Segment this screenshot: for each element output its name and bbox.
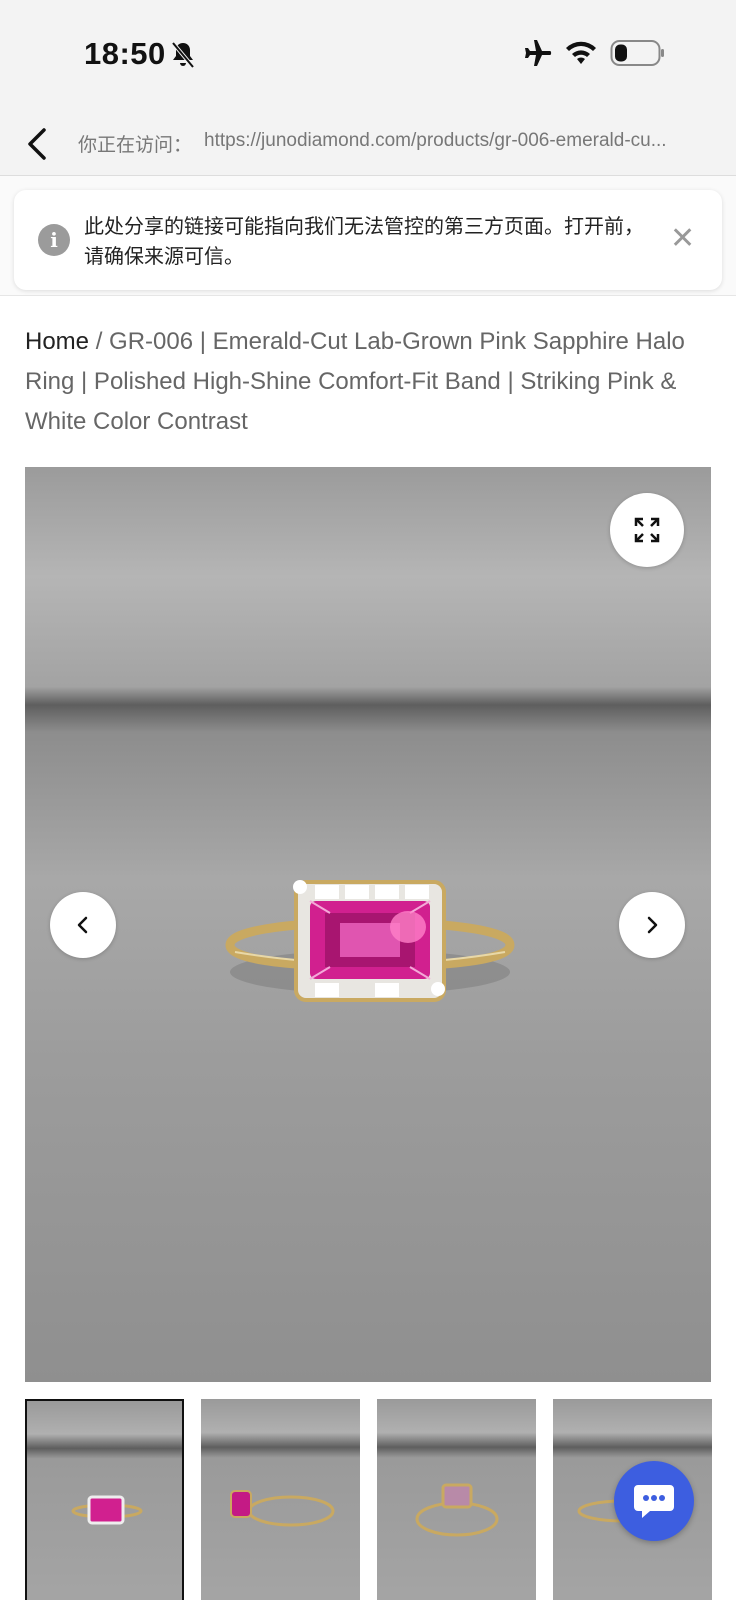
info-icon: i — [38, 224, 70, 256]
ring-image — [225, 880, 515, 1002]
address-bar: 你正在访问： https://junodiamond.com/products/… — [0, 110, 736, 176]
product-image-gallery[interactable] — [25, 467, 711, 1382]
breadcrumb-separator: / — [95, 328, 103, 355]
status-time: 18:50 — [84, 36, 166, 71]
back-arrow-icon[interactable] — [20, 124, 60, 164]
warning-banner: i 此处分享的链接可能指向我们无法管控的第三方页面。打开前，请确保来源可信。 ✕ — [14, 190, 722, 290]
thumbnail-ring-image — [230, 1490, 335, 1527]
breadcrumb-current: GR-006 | Emerald-Cut Lab-Grown Pink Sapp… — [25, 328, 685, 435]
bell-muted-icon — [171, 41, 195, 69]
thumbnail-2[interactable] — [201, 1399, 360, 1600]
thumbnail-3[interactable] — [377, 1399, 536, 1600]
expand-image-button[interactable] — [610, 493, 684, 567]
thumbnail-ring-image — [415, 1483, 499, 1537]
battery-icon — [610, 40, 664, 66]
breadcrumb: Home / GR-006 | Emerald-Cut Lab-Grown Pi… — [25, 322, 715, 442]
chevron-left-icon — [77, 916, 88, 934]
thumbnail-ring-image — [71, 1495, 143, 1525]
previous-image-button[interactable] — [50, 892, 116, 958]
chevron-right-icon — [647, 916, 658, 934]
visiting-label: 你正在访问： — [78, 135, 193, 156]
chat-icon — [634, 1485, 674, 1518]
expand-icon — [634, 517, 660, 543]
close-icon[interactable]: ✕ — [670, 224, 695, 254]
chat-button[interactable] — [614, 1461, 694, 1541]
wifi-icon — [566, 41, 596, 64]
airplane-icon — [525, 40, 552, 66]
breadcrumb-home-link[interactable]: Home — [25, 328, 89, 355]
thumbnail-1[interactable] — [25, 1399, 184, 1600]
status-bar: 18:50 — [0, 0, 736, 110]
warning-text: 此处分享的链接可能指向我们无法管控的第三方页面。打开前，请确保来源可信。 — [84, 216, 644, 268]
url-text[interactable]: https://junodiamond.com/products/gr-006-… — [204, 130, 724, 152]
warning-area: i 此处分享的链接可能指向我们无法管控的第三方页面。打开前，请确保来源可信。 ✕ — [0, 176, 736, 296]
next-image-button[interactable] — [619, 892, 685, 958]
